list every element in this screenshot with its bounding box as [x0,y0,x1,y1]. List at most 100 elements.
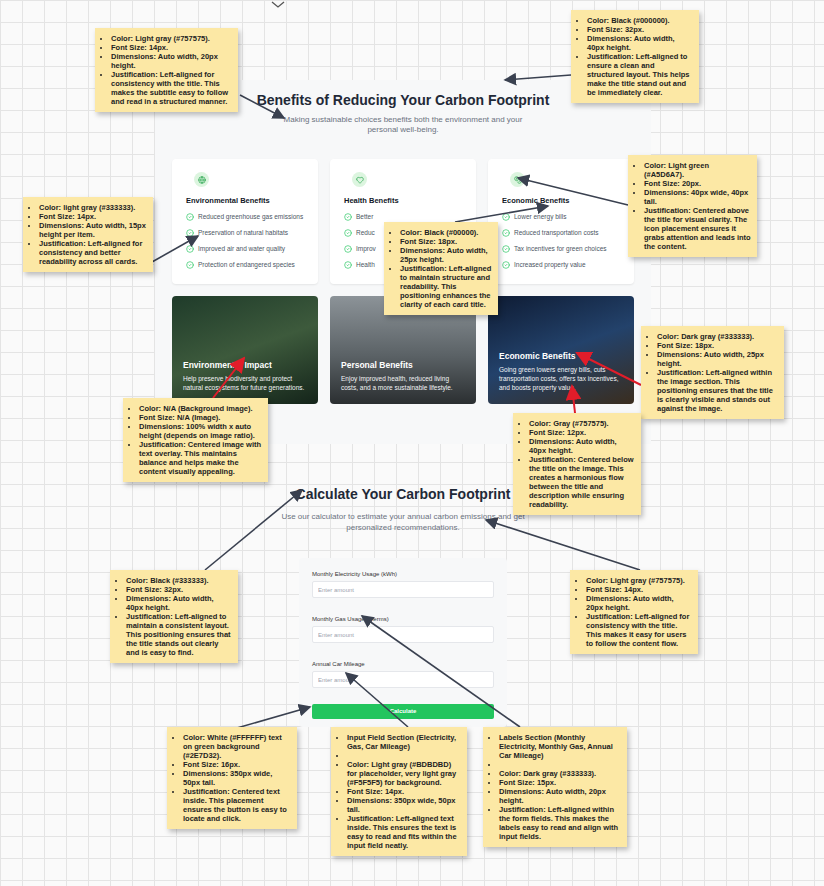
form-field: Annual Car Mileage [312,660,494,688]
sticky-note[interactable]: Labels Section (Monthly Electricity, Mon… [483,727,627,847]
benefit-icon-badge [194,172,209,187]
note-item: Color: Gray (#757575). [529,419,635,428]
sticky-note[interactable]: Color: Light green (#A5D6A7).Font Size: … [628,155,757,257]
note-list: Color: Light gray (#757575).Font Size: 1… [101,34,232,106]
note-item: Font Size: 18px. [400,237,492,246]
benefit-item: Improved air and water quality [186,244,304,253]
note-list: Color: White (#FFFFFF) text on green bac… [173,733,291,823]
sticky-note[interactable]: Color: Black (#00000).Font Size: 18px.Di… [384,222,498,315]
note-item: Color: Dark gray (#333333). [657,332,778,341]
note-item: Justification: Centered image with text … [139,440,262,476]
note-item: Color: Black (#333333). [126,576,232,585]
image-card-title: Personal Benefits [341,360,465,371]
note-item: Dimensions: 350px wide, 50px tall. [183,769,291,787]
note-list: Color: Black (#00000).Font Size: 18px.Di… [390,228,492,309]
annotation-arrow [486,520,640,570]
field-label: Monthly Electricity Usage (kWh) [312,570,494,578]
check-icon [344,261,352,269]
sticky-note[interactable]: Color: Black (#000000).Font Size: 32px.D… [571,10,699,103]
sticky-note[interactable]: Color: Black (#333333).Font Size: 32px.D… [110,570,238,663]
image-card[interactable]: Environmental Impact Help preserve biodiv… [172,296,318,404]
check-icon [502,261,510,269]
note-item: Font Size: N/A (Image). [139,413,262,422]
benefit-item: Lower energy bills [502,212,620,221]
annotation-arrow [505,75,571,80]
sticky-note[interactable]: Input Field Section (Electricity, Gas, C… [331,727,467,856]
image-card-description: Going green lowers energy bills, cuts tr… [499,365,623,392]
note-list: Color: N/A (Background image).Font Size:… [129,404,262,476]
image-card-description: Help preserve biodiversity and protect n… [183,374,307,392]
annotation-arrow [346,673,408,727]
note-item: Justification: Left-aligned to maintain … [126,612,232,657]
annotation-arrow [572,386,575,413]
benefit-item: Reduced greenhouse gas emissions [186,212,304,221]
check-icon [186,245,194,253]
benefit-item: Protection of endangered species [186,260,304,269]
note-item: Color: light gray (#333333). [39,203,147,212]
sticky-note[interactable]: Color: Gray (#757575).Font Size: 12px.Di… [513,413,641,515]
check-icon [344,213,352,221]
heart-icon [356,176,364,184]
collapse-chevron-icon[interactable] [270,0,286,10]
note-item: Color: N/A (Background image). [139,404,262,413]
note-heading: Labels Section (Monthly Electricity, Mon… [499,733,621,760]
note-item: Justification: Left-aligned for consiste… [111,70,232,106]
note-item: Font Size: 32px. [587,25,693,34]
benefit-card-title: Health Benefits [344,196,462,206]
annotation-arrow [518,178,628,205]
check-icon [186,229,194,237]
check-icon [186,213,194,221]
globe-icon [198,176,206,184]
note-item: Justification: Left-aligned within the f… [499,805,621,841]
sticky-note[interactable]: Color: White (#FFFFFF) text on green bac… [167,727,297,829]
benefit-card: Economic BenefitsLower energy billsReduc… [488,159,634,284]
calculator-title: Calculate Your Carbon Footprint [296,485,511,503]
note-item: Dimensions: 40px wide, 40px tall. [644,188,751,206]
benefit-item: Increased property value [502,260,620,269]
note-item: Color: White (#FFFFFF) text on green bac… [183,733,291,760]
benefit-list: Reduced greenhouse gas emissionsPreserva… [186,212,304,269]
note-item: Justification: Centered above the title … [644,206,751,251]
check-icon [502,213,510,221]
note-item: Dimensions: Auto width, 40px height. [126,594,232,612]
calculate-button[interactable]: Calculate [312,704,494,719]
note-item: Font Size: 20px. [644,179,751,188]
note-blank-item [499,760,621,769]
note-item: Font Size: 14px. [39,212,147,221]
note-item: Dimensions: 100% width x auto height (de… [139,422,262,440]
note-item: Font Size: 14px. [586,585,692,594]
sticky-note[interactable]: Color: N/A (Background image).Font Size:… [123,398,268,482]
note-list: Color: Gray (#757575).Font Size: 12px.Di… [519,419,635,509]
sticky-note[interactable]: Color: Dark gray (#333333).Font Size: 18… [641,326,784,419]
field-input[interactable] [312,671,494,688]
field-label: Monthly Gas Usage (therms) [312,615,494,623]
note-item: Justification: Left-aligned text inside.… [347,814,461,850]
field-input[interactable] [312,626,494,643]
sticky-note[interactable]: Color: Light gray (#757575).Font Size: 1… [95,28,238,112]
note-list: Labels Section (Monthly Electricity, Mon… [489,733,621,841]
note-item: Font Size: 14px. [111,43,232,52]
note-item: Justification: Centered below the title … [529,455,635,509]
note-item: Color: Dark gray (#333333). [499,769,621,778]
sticky-note[interactable]: Color: Light gray (#757575).Font Size: 1… [570,570,698,654]
note-list: Input Field Section (Electricity, Gas, C… [337,733,461,850]
sticky-note[interactable]: Color: light gray (#333333).Font Size: 1… [23,197,153,272]
check-icon [502,229,510,237]
note-item: Color: Light gray (#757575). [586,576,692,585]
image-card[interactable]: Economic BenefitsGoing green lowers ener… [488,296,634,404]
note-item: Font Size: 18px. [657,341,778,350]
annotation-arrow [240,95,284,118]
note-list: Color: Black (#000000).Font Size: 32px.D… [577,16,693,97]
benefit-item: Reduced transportation costs [502,228,620,237]
note-item: Font Size: 32px. [126,585,232,594]
design-canvas: Benefits of Reducing Your Carbon Footpri… [0,0,824,886]
note-item: Font Size: 15px. [499,778,621,787]
image-card-title: Environmental Impact [183,360,307,371]
note-item: Color: Black (#00000). [400,228,492,237]
note-item: Font Size: 12px. [529,428,635,437]
note-item: Dimensions: Auto width, 40px height. [529,437,635,455]
calculator-form: Monthly Electricity Usage (kWh) Monthly G… [299,558,507,727]
note-list: Color: Light green (#A5D6A7).Font Size: … [634,161,751,251]
field-input[interactable] [312,581,494,598]
note-heading: Input Field Section (Electricity, Gas, C… [347,733,461,751]
